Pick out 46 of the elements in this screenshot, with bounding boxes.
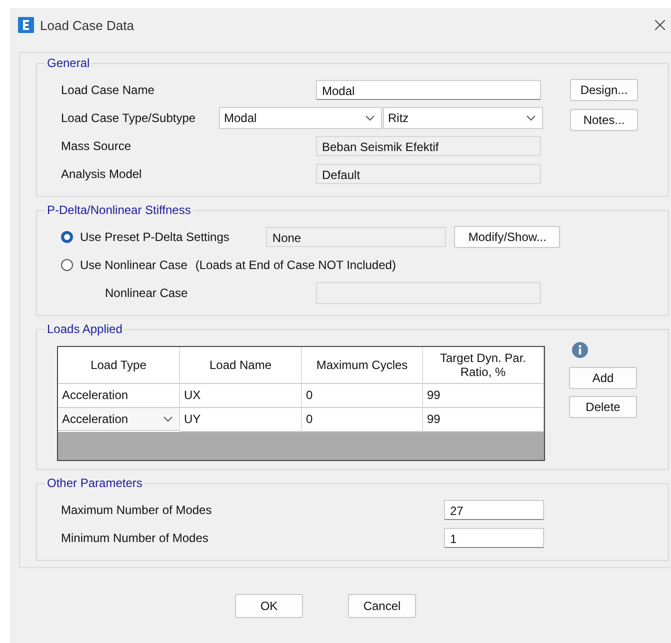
chevron-down-icon	[526, 115, 536, 121]
column-header: Target Dyn. Par. Ratio, %	[423, 347, 544, 384]
table-cell: 0	[302, 384, 423, 408]
option-label: Use Nonlinear Case	[80, 258, 188, 272]
info-icon[interactable]	[572, 342, 588, 358]
dropdown[interactable]: Modal	[219, 107, 382, 129]
input-field: None	[266, 227, 446, 247]
group-title: Other Parameters	[45, 476, 144, 490]
group-title: General	[45, 56, 92, 70]
field-label: Mass Source	[61, 139, 132, 153]
input-field: Beban Seismik Efektif	[316, 136, 541, 156]
dropdown[interactable]: Ritz	[383, 107, 543, 129]
column-header: Maximum Cycles	[302, 347, 423, 384]
column-header: Load Type	[58, 347, 180, 384]
dialog-button[interactable]: Delete	[569, 396, 637, 418]
group-title: Loads Applied	[45, 322, 124, 336]
dropdown[interactable]: Acceleration	[58, 408, 180, 431]
table-cell: 99	[423, 384, 544, 408]
field-label: Maximum Number of Modes	[61, 503, 213, 517]
close-icon[interactable]	[655, 20, 665, 30]
app-logo-icon	[18, 17, 34, 33]
input-field[interactable]: Modal	[316, 80, 541, 100]
chevron-down-icon	[163, 416, 173, 422]
input-field: Default	[316, 164, 541, 184]
modify-button[interactable]: Modify/Show...	[454, 226, 560, 248]
field-label: Analysis Model	[61, 167, 143, 181]
field-label: Minimum Number of Modes	[61, 531, 210, 545]
dialog-button[interactable]: Add	[569, 367, 637, 389]
field-label: Load Case Name	[61, 83, 156, 97]
dialog-button[interactable]: Design...	[570, 79, 638, 101]
radio-button[interactable]	[61, 259, 73, 271]
chevron-down-icon	[365, 115, 375, 121]
dialog-button[interactable]: Cancel	[348, 594, 416, 618]
group-title: P-Delta/Nonlinear Stiffness	[45, 203, 193, 217]
option-note: (Loads at End of Case NOT Included)	[195, 258, 396, 272]
radio-button[interactable]	[61, 231, 73, 243]
window-title: Load Case Data	[40, 18, 134, 32]
dialog-button[interactable]: OK	[235, 594, 303, 618]
input-field[interactable]: 27	[444, 500, 544, 520]
table-cell[interactable]: UX	[180, 384, 302, 408]
column-header: Load Name	[180, 347, 302, 384]
input-field[interactable]: 1	[444, 528, 544, 548]
field-label: Nonlinear Case	[104, 286, 189, 300]
option-label: Use Preset P-Delta Settings	[80, 230, 230, 244]
field-label: Load Case Type/Subtype	[61, 111, 197, 125]
dialog-button[interactable]: Notes...	[570, 109, 638, 131]
